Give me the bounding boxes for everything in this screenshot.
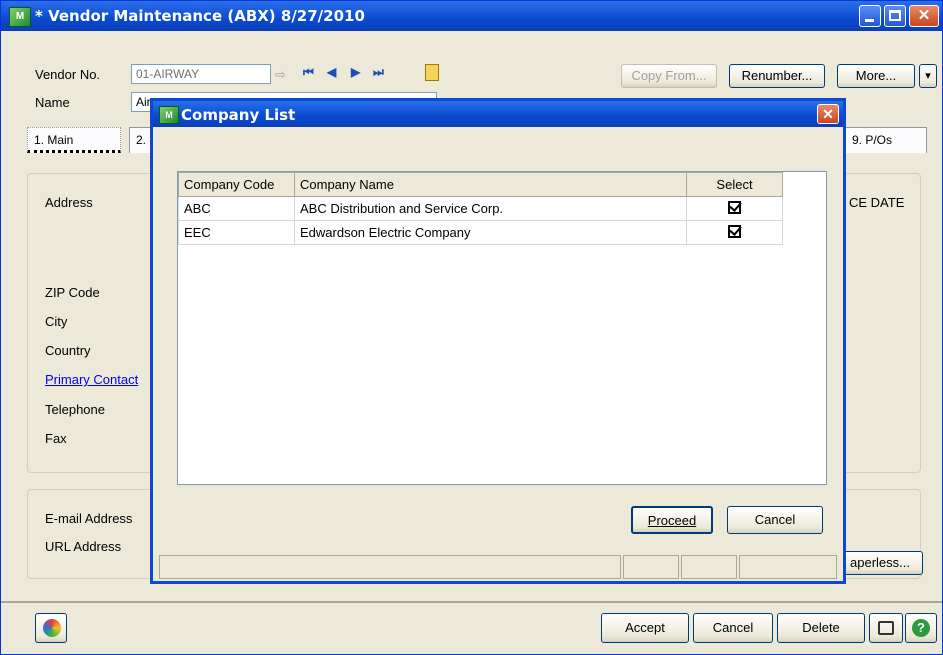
proceed-button[interactable]: Proceed	[631, 506, 713, 534]
select-cell[interactable]	[686, 196, 783, 221]
last-record-icon[interactable]: ⏭	[373, 65, 384, 80]
table-header-row: Company Code Company Name Select	[178, 172, 783, 197]
minimize-button[interactable]	[859, 5, 881, 27]
help-icon: ?	[912, 619, 930, 637]
first-record-icon[interactable]: ⏮	[303, 65, 314, 80]
vendor-no-label: Vendor No.	[35, 67, 101, 82]
company-code-cell: EEC	[178, 220, 295, 245]
status-segment	[681, 555, 737, 579]
copy-from-button[interactable]: Copy From...	[621, 64, 717, 88]
maximize-icon	[889, 10, 901, 21]
printer-icon	[878, 621, 894, 635]
tab-main[interactable]: 1. Main	[27, 127, 121, 153]
table-row[interactable]: ABC ABC Distribution and Service Corp.	[178, 196, 783, 221]
vendor-no-field[interactable]: 01-AIRWAY	[131, 64, 271, 84]
close-icon: ✕	[917, 7, 931, 24]
column-header-select[interactable]: Select	[686, 172, 783, 197]
company-list-dialog: M Company List ✕ Company Code Company Na…	[150, 98, 846, 584]
color-wheel-icon	[43, 619, 61, 637]
close-icon: ✕	[822, 106, 834, 122]
delete-button[interactable]: Delete	[777, 613, 865, 643]
fax-label: Fax	[45, 431, 67, 446]
address-label: Address	[45, 195, 93, 210]
lookup-icon[interactable]: ⇨	[275, 67, 286, 83]
column-header-company-name[interactable]: Company Name	[294, 172, 687, 197]
tab-pos[interactable]: 9. P/Os	[845, 127, 927, 153]
table-row[interactable]: EEC Edwardson Electric Company	[178, 220, 783, 245]
column-header-company-code[interactable]: Company Code	[178, 172, 295, 197]
status-segment	[623, 555, 679, 579]
print-button[interactable]	[869, 613, 903, 643]
window-title: * Vendor Maintenance (ABX) 8/27/2010	[35, 7, 365, 25]
email-address-label: E-mail Address	[45, 511, 133, 526]
cancel-button[interactable]: Cancel	[693, 613, 773, 643]
city-label: City	[45, 314, 68, 329]
more-button[interactable]: More...	[837, 64, 915, 88]
status-segment	[159, 555, 621, 579]
primary-contact-link[interactable]: Primary Contact	[45, 372, 138, 387]
dialog-title: Company List	[181, 106, 296, 124]
country-label: Country	[45, 343, 91, 358]
url-address-label: URL Address	[45, 539, 122, 554]
select-cell[interactable]	[686, 220, 783, 245]
help-button[interactable]: ?	[905, 613, 937, 643]
next-record-icon[interactable]: ▶	[351, 65, 360, 79]
previous-record-icon[interactable]: ◀	[327, 65, 336, 79]
paperless-button[interactable]: aperless...	[837, 551, 923, 575]
select-checkbox[interactable]	[728, 200, 741, 214]
window-titlebar[interactable]: M * Vendor Maintenance (ABX) 8/27/2010 ✕	[1, 1, 942, 31]
zip-code-label: ZIP Code	[45, 285, 100, 300]
company-code-cell: ABC	[178, 196, 295, 221]
invoice-date-label: CE DATE	[849, 195, 905, 210]
select-checkbox[interactable]	[728, 224, 741, 238]
mas-icon: M	[9, 7, 31, 27]
name-label: Name	[35, 95, 70, 110]
dialog-titlebar[interactable]: M Company List ✕	[153, 101, 843, 127]
mas-icon: M	[159, 106, 179, 124]
telephone-label: Telephone	[45, 402, 105, 417]
maximize-button[interactable]	[884, 5, 906, 27]
company-name-cell: Edwardson Electric Company	[294, 220, 687, 245]
company-table: Company Code Company Name Select ABC ABC…	[178, 172, 783, 245]
status-segment	[739, 555, 837, 579]
renumber-button[interactable]: Renumber...	[729, 64, 825, 88]
help-wheel-button[interactable]	[35, 613, 67, 643]
memo-icon[interactable]	[425, 64, 439, 81]
company-name-cell: ABC Distribution and Service Corp.	[294, 196, 687, 221]
dialog-close-button[interactable]: ✕	[817, 104, 839, 124]
dialog-cancel-label: Cancel	[754, 512, 796, 527]
bottom-divider	[1, 601, 942, 603]
dialog-status-bar	[159, 555, 837, 579]
company-grid[interactable]: Company Code Company Name Select ABC ABC…	[177, 171, 827, 485]
proceed-label: Proceed	[647, 513, 697, 528]
more-dropdown-button[interactable]: ▾	[919, 64, 937, 88]
window-close-button[interactable]: ✕	[909, 5, 939, 27]
dialog-cancel-button[interactable]: Cancel	[727, 506, 823, 534]
minimize-icon	[865, 19, 874, 22]
accept-button[interactable]: Accept	[601, 613, 689, 643]
